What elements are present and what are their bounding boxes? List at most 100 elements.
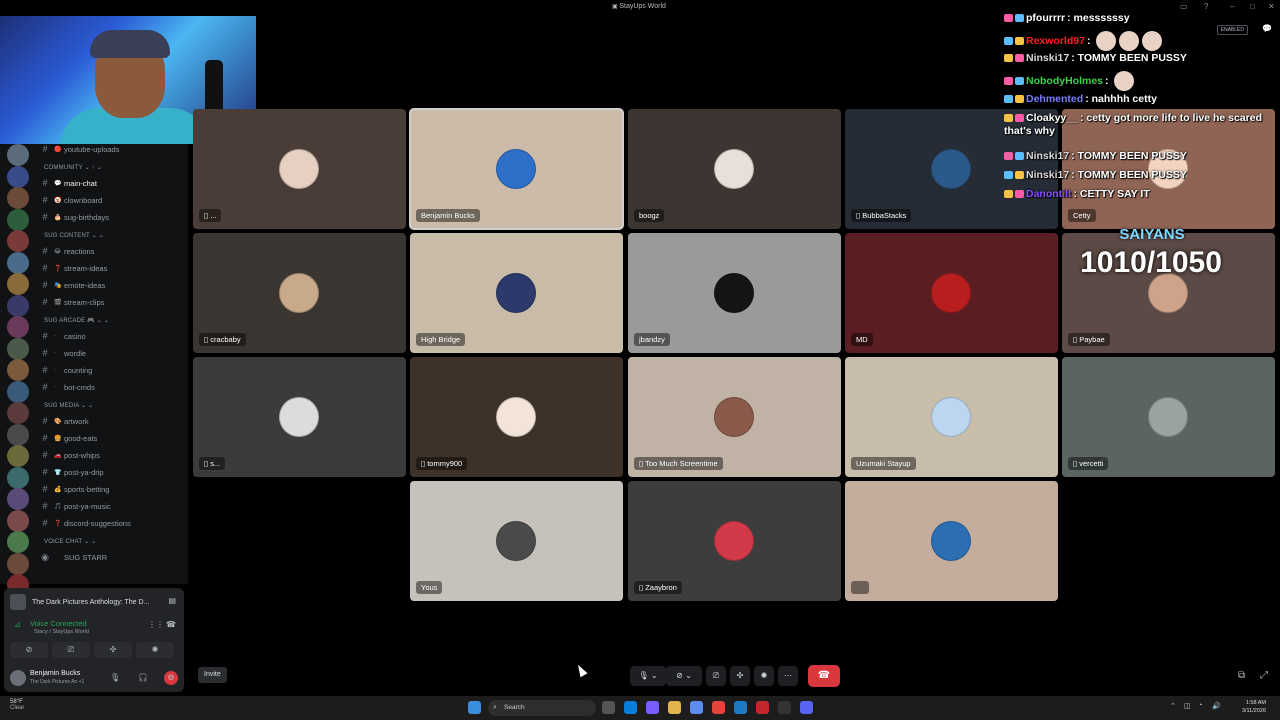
server-icon[interactable] bbox=[7, 552, 29, 575]
avatar[interactable] bbox=[10, 670, 26, 686]
server-icon[interactable] bbox=[7, 337, 29, 360]
server-icon[interactable] bbox=[7, 187, 29, 209]
channel-item[interactable]: # ❓ stream-ideas bbox=[36, 261, 188, 275]
capture-app-icon[interactable] bbox=[778, 701, 791, 714]
voice-channel-name[interactable]: Stacy / StayUps World bbox=[34, 629, 89, 635]
end-call-button[interactable]: ☎ bbox=[808, 665, 840, 687]
soundboard-icon[interactable]: ✺ bbox=[754, 666, 774, 686]
participant-tile[interactable]: boogz bbox=[628, 109, 841, 229]
participant-tile[interactable]: Benjamin Bucks bbox=[409, 108, 624, 230]
channel-item[interactable]: # 🎂 sug-birthdays bbox=[36, 210, 188, 224]
more-options-icon[interactable]: ⋯ bbox=[778, 666, 798, 686]
participant-tile[interactable] bbox=[845, 481, 1058, 601]
participant-tile[interactable]: ▯ s... bbox=[193, 357, 406, 477]
participant-tile[interactable]: jbandzy bbox=[628, 233, 841, 353]
user-name[interactable]: Benjamin Bucks bbox=[30, 670, 80, 677]
category-header[interactable]: SUG MEDIA ⌄ ⌄ bbox=[44, 402, 93, 409]
server-icon[interactable] bbox=[7, 488, 29, 510]
server-icon[interactable] bbox=[7, 509, 29, 532]
mic-toggle-button[interactable]: 🎙 ⌄ bbox=[630, 666, 666, 686]
obs-icon[interactable] bbox=[756, 701, 769, 714]
channel-item[interactable]: # 🔴 youtube-uploads bbox=[36, 144, 188, 156]
server-icon[interactable] bbox=[7, 208, 29, 231]
copilot-icon[interactable] bbox=[646, 701, 659, 714]
voice-status[interactable]: Voice Connected bbox=[30, 619, 87, 628]
participant-tile[interactable]: ▯ vercetti bbox=[1062, 357, 1275, 477]
participant-tile[interactable]: Uzumaki Stayup bbox=[845, 357, 1058, 477]
channel-item[interactable]: # 🎵 post-ya-music bbox=[36, 499, 188, 513]
channel-item[interactable]: # 🚗 post-whips bbox=[36, 448, 188, 462]
tray-chevron-icon[interactable]: ⌃ bbox=[1170, 702, 1176, 710]
noise-suppression-icon[interactable]: ⋮⋮ bbox=[148, 620, 164, 629]
participant-tile[interactable]: ▯ tommy900 bbox=[410, 357, 623, 477]
server-icon[interactable] bbox=[7, 294, 29, 317]
activities-icon[interactable]: ✣ bbox=[730, 666, 750, 686]
participant-tile[interactable]: ▯ Zaaybron bbox=[628, 481, 841, 601]
system-clock[interactable]: 1:58 AM 3/11/2026 bbox=[1226, 699, 1266, 715]
steam-icon[interactable] bbox=[734, 701, 747, 714]
channel-item[interactable]: # 🤡 clownboard bbox=[36, 193, 188, 207]
participant-tile[interactable]: Yous bbox=[410, 481, 623, 601]
invite-button[interactable]: Invite bbox=[198, 667, 227, 683]
inbox-icon[interactable]: ▭ bbox=[1180, 2, 1188, 11]
voice-channel-item[interactable]: ◉ SUG STARR bbox=[36, 550, 188, 564]
channel-item[interactable]: # 🎬 stream-clips bbox=[36, 295, 188, 309]
channel-item[interactable]: # 💰 sports-betting bbox=[36, 482, 188, 496]
fullscreen-icon[interactable]: ⤢ bbox=[1260, 670, 1268, 681]
participant-tile[interactable]: ▯ Too Much Screentime bbox=[628, 357, 841, 477]
settings-gear-icon[interactable]: ⚙ bbox=[164, 671, 178, 685]
category-header[interactable]: SUG ARCADE 🎮 ⌄ ⌄ bbox=[44, 317, 109, 324]
participant-tile[interactable]: ▯ ... bbox=[193, 109, 406, 229]
server-icon[interactable] bbox=[7, 144, 29, 166]
chat-bubble-icon[interactable]: 💬 bbox=[1262, 24, 1272, 33]
server-icon[interactable] bbox=[7, 251, 29, 274]
windows-start-icon[interactable] bbox=[468, 701, 481, 714]
category-header[interactable]: COMMUNITY ⌄ ↑ ⌄ bbox=[44, 164, 102, 171]
screen-share-button[interactable]: ⎚ bbox=[52, 642, 90, 658]
server-icon[interactable] bbox=[7, 423, 29, 446]
weather-widget[interactable]: 58°F Clear bbox=[10, 699, 24, 711]
activities-button[interactable]: ✣ bbox=[94, 642, 132, 658]
server-icon[interactable] bbox=[7, 359, 29, 381]
channel-item[interactable]: # · bot-cmds bbox=[36, 380, 188, 394]
channel-item[interactable]: # 👕 post-ya-drip bbox=[36, 465, 188, 479]
close-icon[interactable]: ✕ bbox=[1268, 2, 1275, 11]
channel-item[interactable]: # 🍔 good-eats bbox=[36, 431, 188, 445]
server-icon[interactable] bbox=[7, 380, 29, 403]
server-icon[interactable] bbox=[7, 316, 29, 338]
camera-button[interactable]: ⊘ bbox=[10, 642, 48, 658]
channel-item[interactable]: # 🎭 emote-ideas bbox=[36, 278, 188, 292]
settings-app-icon[interactable] bbox=[690, 701, 703, 714]
participant-tile[interactable]: High Bridge bbox=[410, 233, 623, 353]
server-icon[interactable] bbox=[7, 466, 29, 489]
discord-icon[interactable] bbox=[800, 701, 813, 714]
volume-icon[interactable]: 🔊 bbox=[1212, 702, 1221, 710]
help-icon[interactable]: ? bbox=[1204, 2, 1208, 11]
minimize-icon[interactable]: – bbox=[1230, 2, 1234, 11]
channel-item[interactable]: # 😂 reactions bbox=[36, 244, 188, 258]
participant-tile[interactable]: MD bbox=[845, 233, 1058, 353]
popout-icon[interactable]: ⧉ bbox=[1238, 670, 1245, 681]
tray-app-icon[interactable]: ◫ bbox=[1184, 702, 1191, 710]
category-header[interactable]: SUG CONTENT ⌄ ⌄ bbox=[44, 232, 104, 239]
channel-item[interactable]: # 💬 main-chat bbox=[36, 176, 188, 190]
activity-row[interactable]: The Dark Pictures Anthology: The D... ▤ bbox=[10, 592, 178, 612]
channel-item[interactable]: # 🎨 artwork bbox=[36, 414, 188, 428]
search-input[interactable]: ⌕ Search bbox=[488, 700, 596, 716]
activity-menu-icon[interactable]: ▤ bbox=[168, 596, 176, 605]
screen-share-icon[interactable]: ⎚ bbox=[706, 666, 726, 686]
channel-item[interactable]: # · wordle bbox=[36, 346, 188, 360]
server-icon[interactable] bbox=[7, 230, 29, 252]
channel-item[interactable]: # · counting bbox=[36, 363, 188, 377]
participant-tile[interactable]: ▯ cracbaby bbox=[193, 233, 406, 353]
file-explorer-icon[interactable] bbox=[668, 701, 681, 714]
headphones-icon[interactable]: 🎧 bbox=[138, 673, 148, 682]
channel-item[interactable]: # · casino bbox=[36, 329, 188, 343]
server-icon[interactable] bbox=[7, 165, 29, 188]
soundboard-button[interactable]: ✺ bbox=[136, 642, 174, 658]
maximize-icon[interactable]: □ bbox=[1250, 2, 1255, 11]
chrome-icon[interactable] bbox=[712, 701, 725, 714]
server-icon[interactable] bbox=[7, 273, 29, 295]
edge-icon[interactable] bbox=[624, 701, 637, 714]
channel-item[interactable]: # ❓ discord-suggestions bbox=[36, 516, 188, 530]
